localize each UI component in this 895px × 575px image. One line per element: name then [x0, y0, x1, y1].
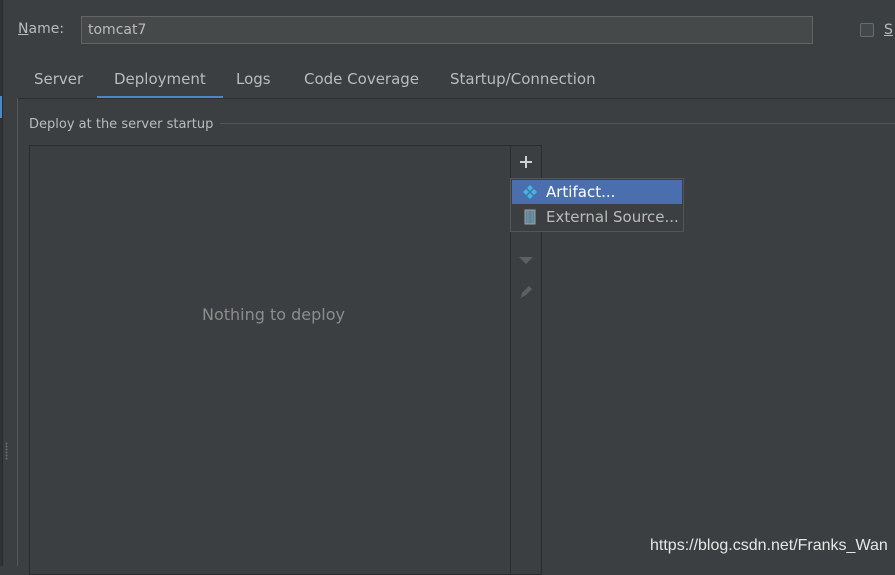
name-label-rest: ame: — [28, 21, 65, 37]
name-label: Name: — [18, 21, 64, 37]
add-popup-menu: Artifact... External Source... — [510, 178, 684, 232]
menu-item-external-source[interactable]: External Source... — [512, 205, 682, 229]
plus-icon — [520, 156, 532, 168]
edit-button[interactable] — [511, 278, 541, 306]
share-checkbox[interactable] — [860, 23, 874, 37]
add-button[interactable] — [511, 148, 541, 176]
tab-deployment[interactable]: Deployment — [97, 60, 223, 99]
resize-grip[interactable] — [5, 442, 8, 460]
watermark-text: https://blog.csdn.net/Franks_Wan — [650, 537, 888, 554]
tab-startup-connection[interactable]: Startup/Connection — [450, 60, 596, 98]
tab-server[interactable]: Server — [34, 60, 83, 98]
arrow-down-icon — [519, 257, 533, 264]
name-label-mnemonic: N — [18, 21, 29, 37]
tab-code-coverage[interactable]: Code Coverage — [304, 60, 419, 98]
deploy-list[interactable] — [29, 145, 511, 575]
artifact-icon — [523, 185, 537, 199]
left-strip-marker — [0, 96, 2, 118]
left-tool-strip — [0, 0, 3, 566]
pencil-icon — [520, 286, 532, 298]
menu-item-external-source-label: External Source... — [546, 208, 679, 226]
deploy-group-title: Deploy at the server startup — [29, 117, 220, 132]
share-checkbox-label[interactable]: S — [884, 22, 893, 38]
menu-item-artifact-label: Artifact... — [546, 183, 616, 201]
move-down-button[interactable] — [511, 246, 541, 274]
menu-item-artifact[interactable]: Artifact... — [512, 180, 682, 204]
name-input[interactable] — [81, 16, 813, 44]
group-title-line — [220, 123, 895, 124]
tab-logs[interactable]: Logs — [236, 60, 271, 98]
external-source-icon — [524, 209, 536, 225]
empty-list-text: Nothing to deploy — [202, 305, 346, 324]
